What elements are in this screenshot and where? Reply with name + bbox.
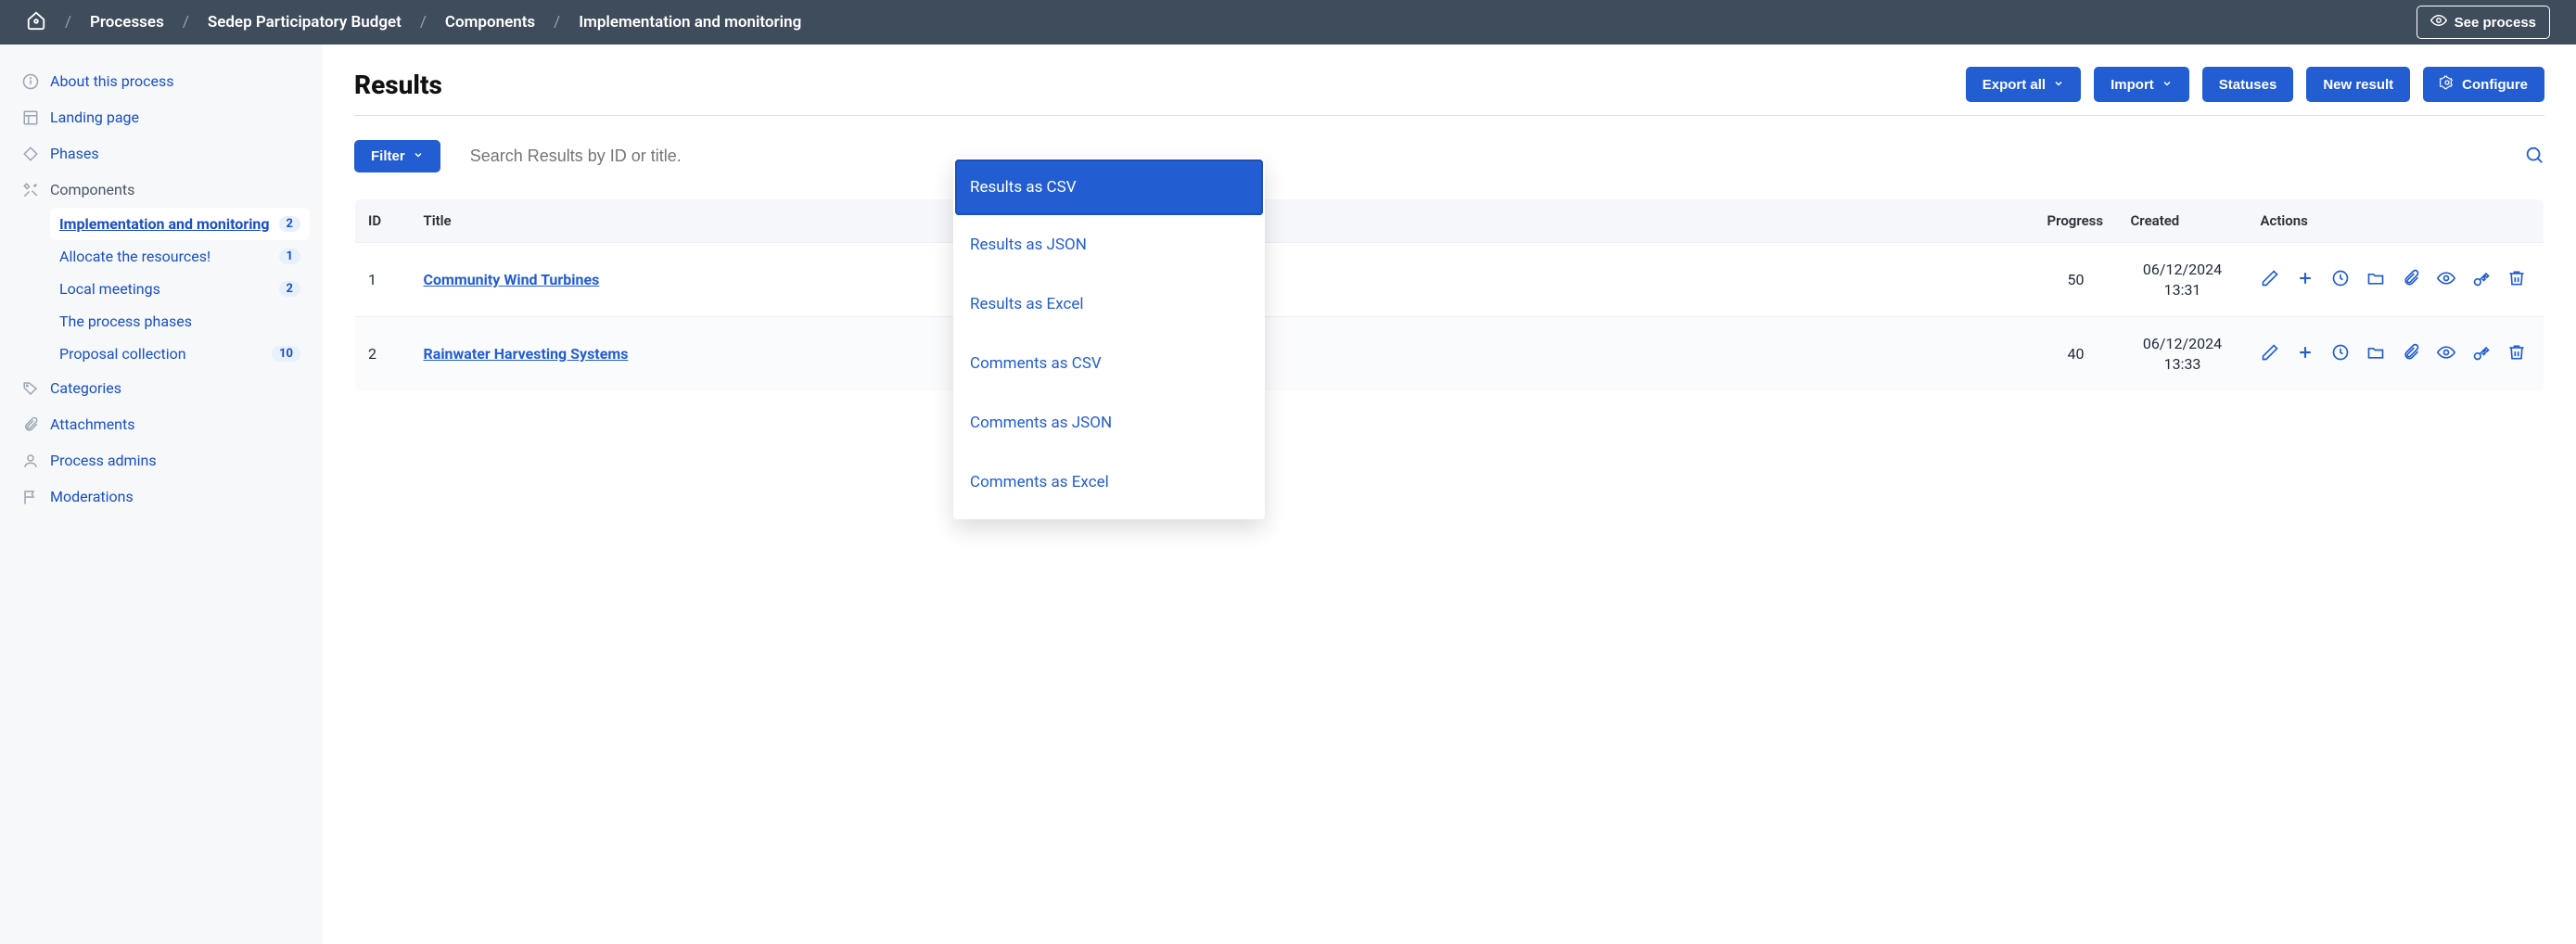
plus-icon[interactable]: [2296, 269, 2315, 291]
sidebar-components-sublist: Implementation and monitoring 2 Allocate…: [50, 208, 310, 370]
sidebar-item-attachments[interactable]: Attachments: [13, 406, 310, 442]
th-actions: Actions: [2248, 199, 2544, 243]
chevron-down-icon: [2162, 77, 2173, 93]
trash-icon[interactable]: [2507, 343, 2526, 365]
sidebar-sub-local-meetings[interactable]: Local meetings 2: [50, 273, 310, 305]
preview-icon[interactable]: [2437, 343, 2455, 365]
cell-progress: 50: [2034, 243, 2118, 317]
user-icon: [22, 453, 39, 469]
gear-icon: [2440, 75, 2455, 94]
home-icon[interactable]: [26, 10, 46, 35]
badge: 1: [279, 249, 300, 264]
export-option-results-csv[interactable]: Results as CSV: [955, 159, 1263, 215]
table-row: 2 Rainwater Harvesting Systems 40 06/12/…: [355, 317, 2544, 391]
sidebar-item-landing[interactable]: Landing page: [13, 99, 310, 135]
sidebar-sub-proposal-collection[interactable]: Proposal collection 10: [50, 338, 310, 370]
sidebar: About this process Landing page Phases C…: [0, 45, 323, 944]
tag-icon: [22, 380, 39, 397]
search-input[interactable]: [470, 147, 2494, 166]
chevron-down-icon: [2053, 77, 2064, 93]
layout-icon: [22, 109, 39, 126]
result-title-link[interactable]: Community Wind Turbines: [424, 271, 600, 288]
clip-icon[interactable]: [2402, 269, 2420, 291]
configure-button[interactable]: Configure: [2423, 67, 2544, 102]
cell-created: 06/12/2024 13:33: [2118, 317, 2248, 391]
clock-icon[interactable]: [2331, 343, 2350, 365]
edit-icon[interactable]: [2261, 269, 2279, 291]
breadcrumb-process-name[interactable]: Sedep Participatory Budget: [208, 13, 402, 32]
badge: 2: [279, 216, 300, 232]
result-title-link[interactable]: Rainwater Harvesting Systems: [424, 345, 629, 363]
info-icon: [22, 73, 39, 90]
see-process-button[interactable]: See process: [2417, 6, 2550, 39]
diamond-icon: [22, 146, 39, 162]
sidebar-item-moderations[interactable]: Moderations: [13, 478, 310, 515]
table-row: 1 Community Wind Turbines 50 06/12/2024 …: [355, 243, 2544, 317]
breadcrumb-components[interactable]: Components: [445, 13, 535, 32]
cell-id: 1: [355, 243, 411, 317]
filter-button[interactable]: Filter: [354, 140, 440, 172]
export-option-comments-excel[interactable]: Comments as Excel: [953, 453, 1265, 512]
folder-icon[interactable]: [2366, 269, 2385, 291]
preview-icon[interactable]: [2437, 269, 2455, 291]
import-button[interactable]: Import: [2094, 67, 2189, 102]
trash-icon[interactable]: [2507, 269, 2526, 291]
header-actions: Export all Import Statuses New result Co…: [1966, 67, 2544, 102]
permissions-icon[interactable]: [2472, 269, 2491, 291]
sidebar-item-about[interactable]: About this process: [13, 63, 310, 99]
export-option-results-excel[interactable]: Results as Excel: [953, 274, 1265, 334]
results-table: ID Title Progress Created Actions 1 Comm…: [354, 198, 2544, 391]
page-title: Results: [354, 70, 442, 100]
breadcrumb-current[interactable]: Implementation and monitoring: [579, 13, 801, 32]
edit-icon[interactable]: [2261, 343, 2279, 365]
th-created: Created: [2118, 199, 2248, 243]
cell-created: 06/12/2024 13:31: [2118, 243, 2248, 317]
eye-icon: [2430, 12, 2447, 32]
cell-progress: 40: [2034, 317, 2118, 391]
export-dropdown: Results as CSV Results as JSON Results a…: [953, 158, 1265, 519]
topbar: / Processes / Sedep Participatory Budget…: [0, 0, 2576, 45]
tools-icon: [22, 182, 39, 198]
clip-icon[interactable]: [2402, 343, 2420, 365]
content: Results Export all Import Statuses New r…: [323, 45, 2576, 944]
th-id: ID: [355, 199, 411, 243]
sidebar-sub-process-phases[interactable]: The process phases: [50, 305, 310, 338]
row-actions: [2261, 343, 2531, 365]
th-progress: Progress: [2034, 199, 2118, 243]
statuses-button[interactable]: Statuses: [2202, 67, 2294, 102]
badge: 2: [279, 281, 300, 297]
sidebar-item-categories[interactable]: Categories: [13, 370, 310, 406]
plus-icon[interactable]: [2296, 343, 2315, 365]
breadcrumb-processes[interactable]: Processes: [90, 13, 164, 32]
cell-id: 2: [355, 317, 411, 391]
search-icon[interactable]: [2524, 145, 2544, 169]
badge: 10: [272, 346, 300, 362]
permissions-icon[interactable]: [2472, 343, 2491, 365]
clip-icon: [22, 416, 39, 433]
clock-icon[interactable]: [2331, 269, 2350, 291]
sidebar-item-process-admins[interactable]: Process admins: [13, 442, 310, 478]
content-header: Results Export all Import Statuses New r…: [354, 67, 2544, 116]
export-option-comments-csv[interactable]: Comments as CSV: [953, 334, 1265, 393]
sidebar-item-components[interactable]: Components: [13, 172, 310, 208]
export-option-comments-json[interactable]: Comments as JSON: [953, 393, 1265, 453]
breadcrumb: / Processes / Sedep Participatory Budget…: [26, 10, 801, 35]
sidebar-sub-allocate[interactable]: Allocate the resources! 1: [50, 240, 310, 273]
export-all-button[interactable]: Export all: [1966, 67, 2081, 102]
new-result-button[interactable]: New result: [2306, 67, 2410, 102]
chevron-down-icon: [413, 148, 424, 164]
row-actions: [2261, 269, 2531, 291]
export-option-results-json[interactable]: Results as JSON: [953, 215, 1265, 274]
folder-icon[interactable]: [2366, 343, 2385, 365]
sidebar-item-phases[interactable]: Phases: [13, 135, 310, 172]
filter-row: Filter: [354, 140, 2544, 172]
flag-icon: [22, 489, 39, 505]
sidebar-sub-implementation[interactable]: Implementation and monitoring 2: [50, 208, 310, 240]
